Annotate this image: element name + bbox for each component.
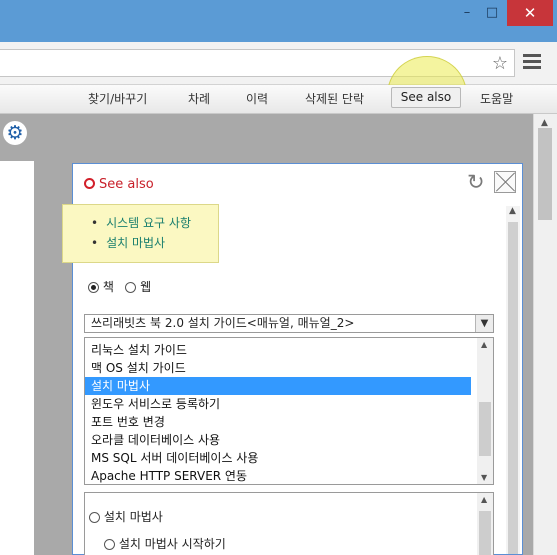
book-select-value: 쓰리래빗츠 북 2.0 설치 가이드<매뉴얼, 매뉴얼_2> bbox=[91, 316, 355, 330]
see-also-link-list: 시스템 요구 사항 설치 마법사 bbox=[91, 213, 191, 253]
link-setup-wizard[interactable]: 설치 마법사 bbox=[91, 233, 191, 253]
list-item[interactable]: 윈도우 서비스로 등록하기 bbox=[85, 395, 471, 413]
gear-icon[interactable]: ⚙ bbox=[3, 121, 27, 145]
scroll-up-arrow-icon[interactable]: ▲ bbox=[481, 340, 487, 349]
subtopic-label: 설치 마법사 시작하기 bbox=[118, 537, 226, 551]
subtopic-scroll-thumb[interactable] bbox=[479, 511, 491, 555]
close-window-button[interactable]: ✕ bbox=[507, 0, 553, 26]
toolbar-help[interactable]: 도움말 bbox=[480, 90, 513, 107]
topic-list-scrollbar[interactable]: ▲ ▼ bbox=[477, 338, 493, 484]
document-page bbox=[0, 161, 34, 555]
page-scroll-thumb[interactable] bbox=[538, 128, 552, 220]
list-item-selected[interactable]: 설치 마법사 bbox=[85, 377, 471, 395]
subtopic-label: 설치 마법사 bbox=[103, 510, 163, 524]
panel-scroll-thumb[interactable] bbox=[508, 222, 518, 554]
list-item[interactable]: 맥 OS 설치 가이드 bbox=[85, 359, 471, 377]
scroll-up-arrow-icon[interactable]: ▲ bbox=[481, 495, 487, 504]
scroll-down-arrow-icon[interactable]: ▼ bbox=[481, 473, 487, 482]
chevron-down-icon[interactable]: ▼ bbox=[475, 315, 493, 332]
panel-title-text: See also bbox=[99, 177, 154, 192]
refresh-icon[interactable]: ↻ bbox=[467, 170, 485, 194]
radio-book-label: 책 bbox=[102, 280, 114, 294]
minimize-button[interactable]: – bbox=[456, 0, 478, 26]
toolbar-deleted-paragraphs[interactable]: 삭제된 단락 bbox=[305, 90, 364, 107]
scroll-up-arrow-icon[interactable]: ▲ bbox=[541, 118, 548, 128]
radio-book[interactable] bbox=[88, 282, 99, 293]
toolbar-see-also[interactable]: See also bbox=[391, 87, 461, 108]
radio-web[interactable] bbox=[125, 282, 137, 293]
bookmark-star-icon[interactable]: ☆ bbox=[492, 53, 508, 74]
page-scrollbar[interactable]: ▲ bbox=[533, 114, 557, 555]
subtopic-item[interactable]: 설치 마법사 bbox=[89, 508, 163, 525]
subtopic-box: 설치 마법사 설치 마법사 시작하기 ▲ bbox=[84, 492, 494, 555]
subtopic-radio[interactable] bbox=[104, 539, 115, 550]
toolbar-history[interactable]: 이력 bbox=[246, 90, 268, 107]
panel-scroll-up-icon[interactable]: ▲ bbox=[509, 206, 516, 216]
list-item[interactable]: MS SQL 서버 데이터베이스 사용 bbox=[85, 449, 471, 467]
subtopic-item[interactable]: 설치 마법사 시작하기 bbox=[104, 535, 226, 552]
browser-toolbar: ☆ bbox=[0, 42, 557, 85]
panel-title: See also bbox=[84, 177, 154, 192]
see-also-links-box: 시스템 요구 사항 설치 마법사 bbox=[62, 204, 219, 263]
settings-area: ⚙ bbox=[0, 114, 34, 154]
link-system-requirements[interactable]: 시스템 요구 사항 bbox=[91, 213, 191, 233]
source-radio-group: 책 웹 bbox=[88, 278, 151, 295]
panel-scrollbar[interactable]: ▲ bbox=[506, 206, 520, 554]
list-item[interactable]: 리눅스 설치 가이드 bbox=[85, 341, 471, 359]
list-item[interactable]: Apache HTTP SERVER 연동 bbox=[85, 467, 471, 484]
list-item[interactable]: 포트 번호 변경 bbox=[85, 413, 471, 431]
help-toolbar: 찾기/바꾸기 차례 이력 삭제된 단락 See also 도움말 bbox=[0, 85, 557, 114]
toolbar-find-replace[interactable]: 찾기/바꾸기 bbox=[88, 90, 147, 107]
maximize-button[interactable]: □ bbox=[481, 0, 503, 26]
browser-menu-icon[interactable] bbox=[523, 51, 541, 75]
topic-list[interactable]: 리눅스 설치 가이드 맥 OS 설치 가이드 설치 마법사 윈도우 서비스로 등… bbox=[84, 337, 494, 485]
close-icon[interactable] bbox=[494, 171, 516, 193]
bullet-circle-icon bbox=[84, 178, 95, 189]
book-select[interactable]: 쓰리래빗츠 북 2.0 설치 가이드<매뉴얼, 매뉴얼_2> ▼ bbox=[84, 314, 494, 333]
radio-web-label: 웹 bbox=[140, 280, 152, 294]
topic-scroll-thumb[interactable] bbox=[479, 402, 491, 456]
window-titlebar: – □ ✕ bbox=[0, 0, 557, 42]
list-item[interactable]: 오라클 데이터베이스 사용 bbox=[85, 431, 471, 449]
subtopic-scrollbar[interactable]: ▲ bbox=[477, 493, 493, 555]
toolbar-contents[interactable]: 차례 bbox=[188, 90, 210, 107]
subtopic-radio[interactable] bbox=[89, 512, 100, 523]
